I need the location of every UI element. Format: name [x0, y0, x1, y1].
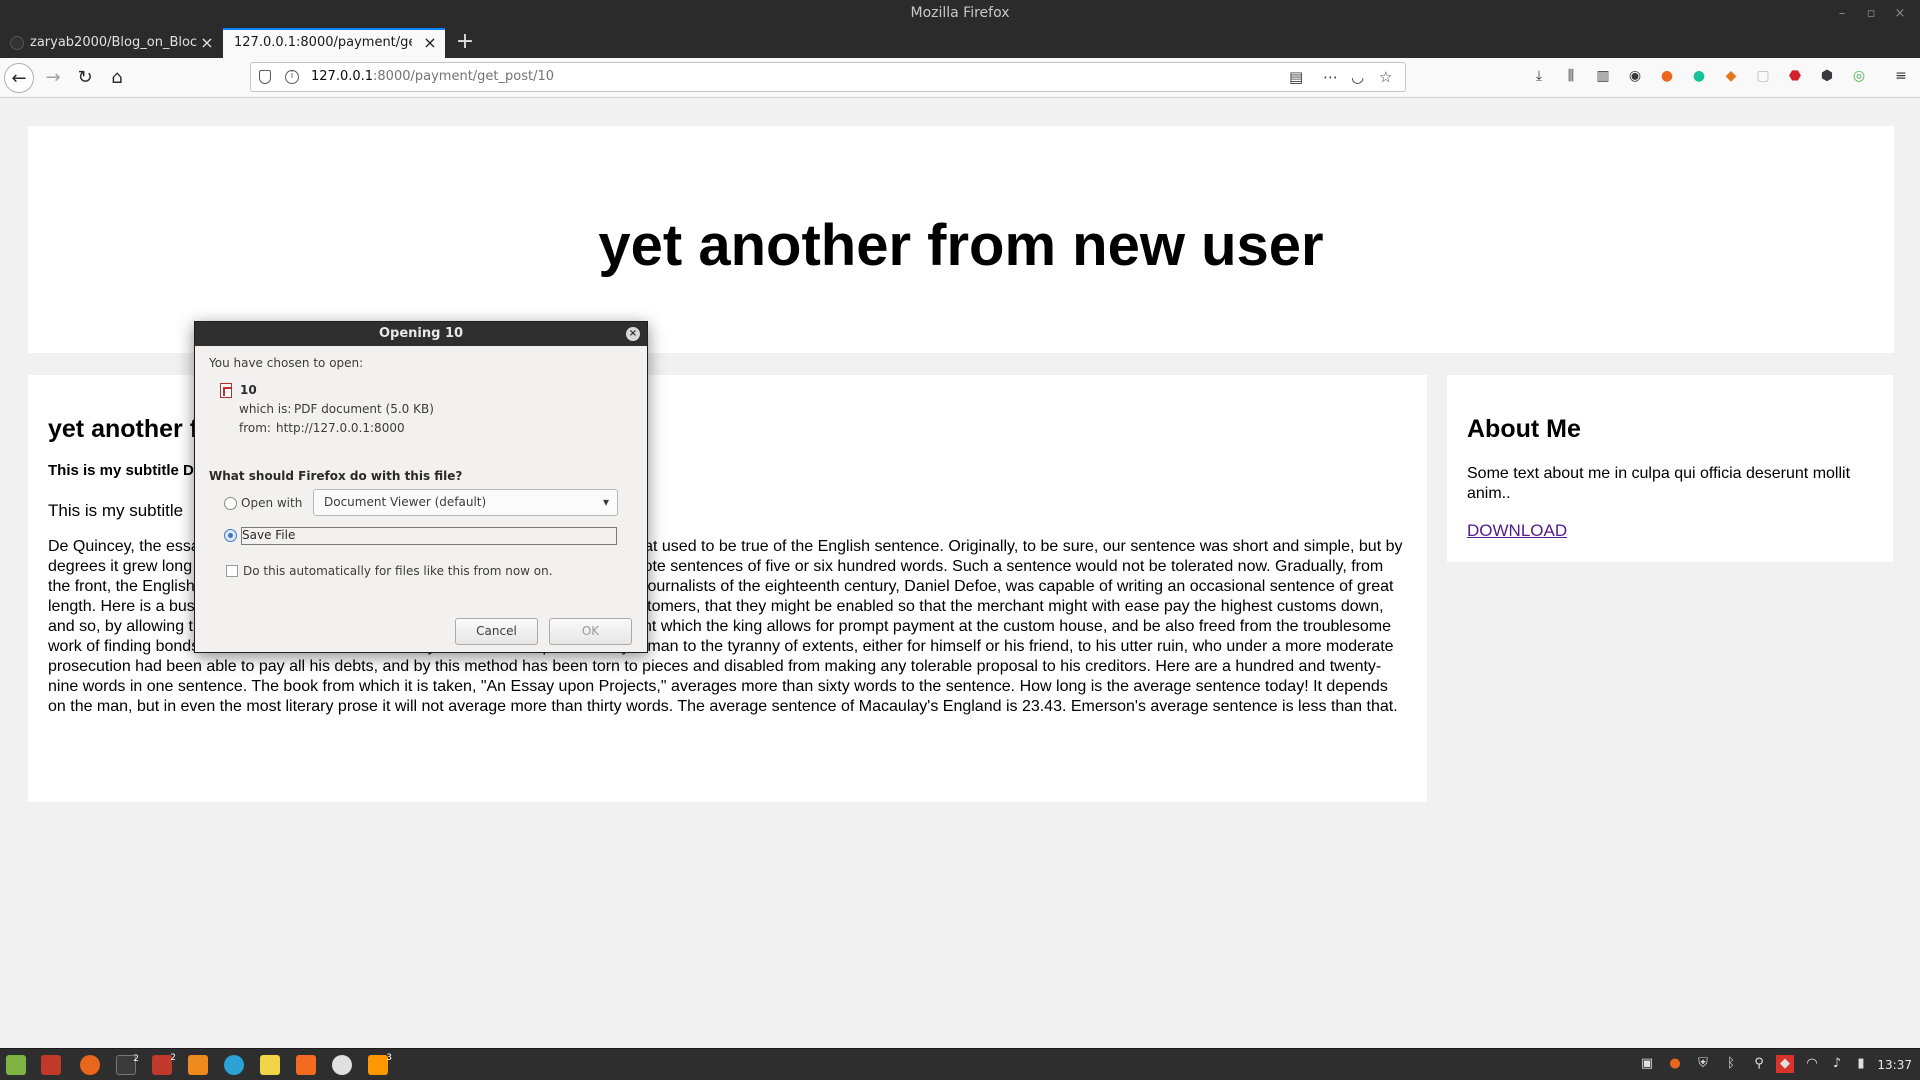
- back-icon[interactable]: ←: [4, 63, 34, 93]
- dialog-titlebar: Opening 10 ×: [195, 322, 647, 346]
- github-favicon-icon: [10, 36, 24, 50]
- files-icon[interactable]: [41, 1055, 61, 1075]
- open-with-app-select[interactable]: Document Viewer (default) ▾: [313, 489, 618, 516]
- sidebar-icon[interactable]: ▥: [1594, 67, 1612, 85]
- window-titlebar: Mozilla Firefox – ▫ ×: [0, 0, 1920, 28]
- library-icon[interactable]: ⫼: [1562, 67, 1580, 85]
- location-icon[interactable]: ⚲: [1750, 1055, 1768, 1073]
- notes-icon[interactable]: [260, 1055, 280, 1075]
- tab-github[interactable]: zaryab2000/Blog_on_Bloc ×: [0, 28, 222, 58]
- maximize-icon[interactable]: ▫: [1861, 4, 1881, 24]
- bluetooth-icon[interactable]: ᛒ: [1722, 1055, 1740, 1073]
- tab-label: 127.0.0.1:8000/payment/get_p: [234, 35, 412, 50]
- save-file-focus-ring: [241, 527, 617, 545]
- url-path: :8000/payment/get_post/10: [373, 69, 555, 84]
- chosen-label: You have chosen to open:: [209, 356, 364, 370]
- dialog-close-icon[interactable]: ×: [626, 327, 640, 341]
- adblock-icon[interactable]: ⬣: [1786, 67, 1804, 85]
- dialog-question: What should Firefox do with this file?: [209, 469, 463, 483]
- navigation-toolbar: ← → ↻ ⌂ i 127.0.0.1:8000/payment/get_pos…: [0, 58, 1920, 98]
- tab-close-icon[interactable]: ×: [198, 28, 216, 58]
- auto-action-label[interactable]: Do this automatically for files like thi…: [243, 564, 553, 578]
- extension-cube-icon[interactable]: ⬢: [1818, 67, 1836, 85]
- open-with-app-value: Document Viewer (default): [324, 495, 487, 509]
- downloads-icon[interactable]: ⤓: [1530, 67, 1548, 85]
- download-link[interactable]: DOWNLOAD: [1467, 521, 1567, 540]
- slack-icon[interactable]: [332, 1055, 352, 1075]
- wifi-icon[interactable]: ◠: [1803, 1055, 1821, 1073]
- bookmark-star-icon[interactable]: ☆: [1379, 63, 1392, 91]
- terminal-count-badge: 2: [133, 1054, 139, 1064]
- folders-count-badge: 2: [170, 1053, 176, 1063]
- from-label: from:: [239, 421, 271, 435]
- file-type: PDF document (5.0 KB): [294, 402, 434, 416]
- clock[interactable]: 13:37: [1877, 1049, 1912, 1080]
- volume-icon[interactable]: ♪: [1828, 1055, 1846, 1073]
- terminal-icon[interactable]: 2: [116, 1054, 139, 1075]
- open-with-radio[interactable]: [224, 497, 237, 510]
- camera-icon[interactable]: ▣: [1638, 1055, 1656, 1073]
- extension-orange-icon[interactable]: ●: [1658, 67, 1676, 85]
- tab-label: zaryab2000/Blog_on_Bloc: [30, 35, 198, 50]
- metamask-icon[interactable]: ◆: [1722, 67, 1740, 85]
- save-file-radio[interactable]: [224, 529, 237, 542]
- extension-blank-icon[interactable]: ▢: [1754, 67, 1772, 85]
- auto-action-checkbox[interactable]: [226, 565, 238, 577]
- dialog-title: Opening 10: [378, 326, 464, 341]
- new-tab-icon[interactable]: +: [453, 28, 477, 58]
- system-taskbar: 2 2 3 ▣ ● ⛨ ᛒ ⚲ ◆ ◠ ♪ ▮ 13:37: [0, 1048, 1920, 1080]
- reload-icon[interactable]: ↻: [70, 63, 100, 93]
- anydesk-icon[interactable]: ◆: [1776, 1055, 1794, 1073]
- close-window-icon[interactable]: ×: [1890, 4, 1910, 24]
- grammarly-icon[interactable]: ●: [1690, 67, 1708, 85]
- tracking-shield-icon[interactable]: [259, 70, 271, 84]
- account-icon[interactable]: ◉: [1626, 67, 1644, 85]
- pdf-file-icon: [220, 383, 232, 398]
- pen-app-icon[interactable]: [296, 1055, 316, 1075]
- file-source: http://127.0.0.1:8000: [276, 421, 405, 435]
- tab-close-icon[interactable]: ×: [421, 28, 439, 58]
- url-bar[interactable]: i 127.0.0.1:8000/payment/get_post/10 ▤ ⋯…: [250, 62, 1406, 92]
- page-actions-icon[interactable]: ⋯: [1323, 63, 1338, 91]
- tab-payment[interactable]: 127.0.0.1:8000/payment/get_p ×: [223, 28, 445, 58]
- download-dialog: Opening 10 × You have chosen to open: 10…: [194, 321, 648, 653]
- chevron-down-icon: ▾: [602, 495, 609, 509]
- shield-tray-icon[interactable]: ⛨: [1694, 1055, 1712, 1073]
- about-text: Some text about me in culpa qui officia …: [1467, 465, 1851, 502]
- media-player-icon[interactable]: [188, 1055, 208, 1075]
- window-title: Mozilla Firefox: [910, 5, 1010, 21]
- minimize-icon[interactable]: –: [1832, 4, 1852, 24]
- forward-icon[interactable]: →: [38, 63, 68, 93]
- menu-hamburger-icon[interactable]: ≡: [1892, 67, 1910, 85]
- home-icon[interactable]: ⌂: [102, 63, 132, 93]
- about-card: About Me Some text about me in culpa qui…: [1447, 375, 1893, 562]
- page-title: yet another from new user: [598, 213, 1324, 278]
- site-info-icon[interactable]: i: [285, 70, 299, 84]
- file-name: 10: [240, 383, 257, 397]
- browser-tray-icon[interactable]: ●: [1666, 1055, 1684, 1073]
- sublime-text-icon[interactable]: 3: [368, 1053, 392, 1075]
- which-is-label: which is:: [239, 402, 292, 416]
- battery-icon[interactable]: ▮: [1852, 1055, 1870, 1073]
- reader-view-icon[interactable]: ▤: [1289, 63, 1303, 91]
- ok-button[interactable]: OK: [549, 618, 632, 645]
- url-text[interactable]: 127.0.0.1:8000/payment/get_post/10: [311, 63, 554, 91]
- save-file-label[interactable]: Save File: [242, 528, 295, 542]
- tab-bar: zaryab2000/Blog_on_Bloc × 127.0.0.1:8000…: [0, 28, 1920, 58]
- telegram-icon[interactable]: [224, 1055, 244, 1075]
- folders-icon[interactable]: 2: [152, 1053, 176, 1075]
- mint-menu-icon[interactable]: [6, 1055, 26, 1075]
- chrome-extension-icon[interactable]: ◎: [1850, 67, 1868, 85]
- sublime-count-badge: 3: [386, 1053, 392, 1063]
- pocket-icon[interactable]: ◡: [1351, 63, 1364, 91]
- firefox-icon[interactable]: [80, 1055, 100, 1075]
- header-card: yet another from new user: [28, 126, 1894, 353]
- about-title: About Me: [1467, 415, 1581, 443]
- cancel-button[interactable]: Cancel: [455, 618, 538, 645]
- url-host: 127.0.0.1: [311, 69, 374, 84]
- open-with-label[interactable]: Open with: [241, 496, 302, 510]
